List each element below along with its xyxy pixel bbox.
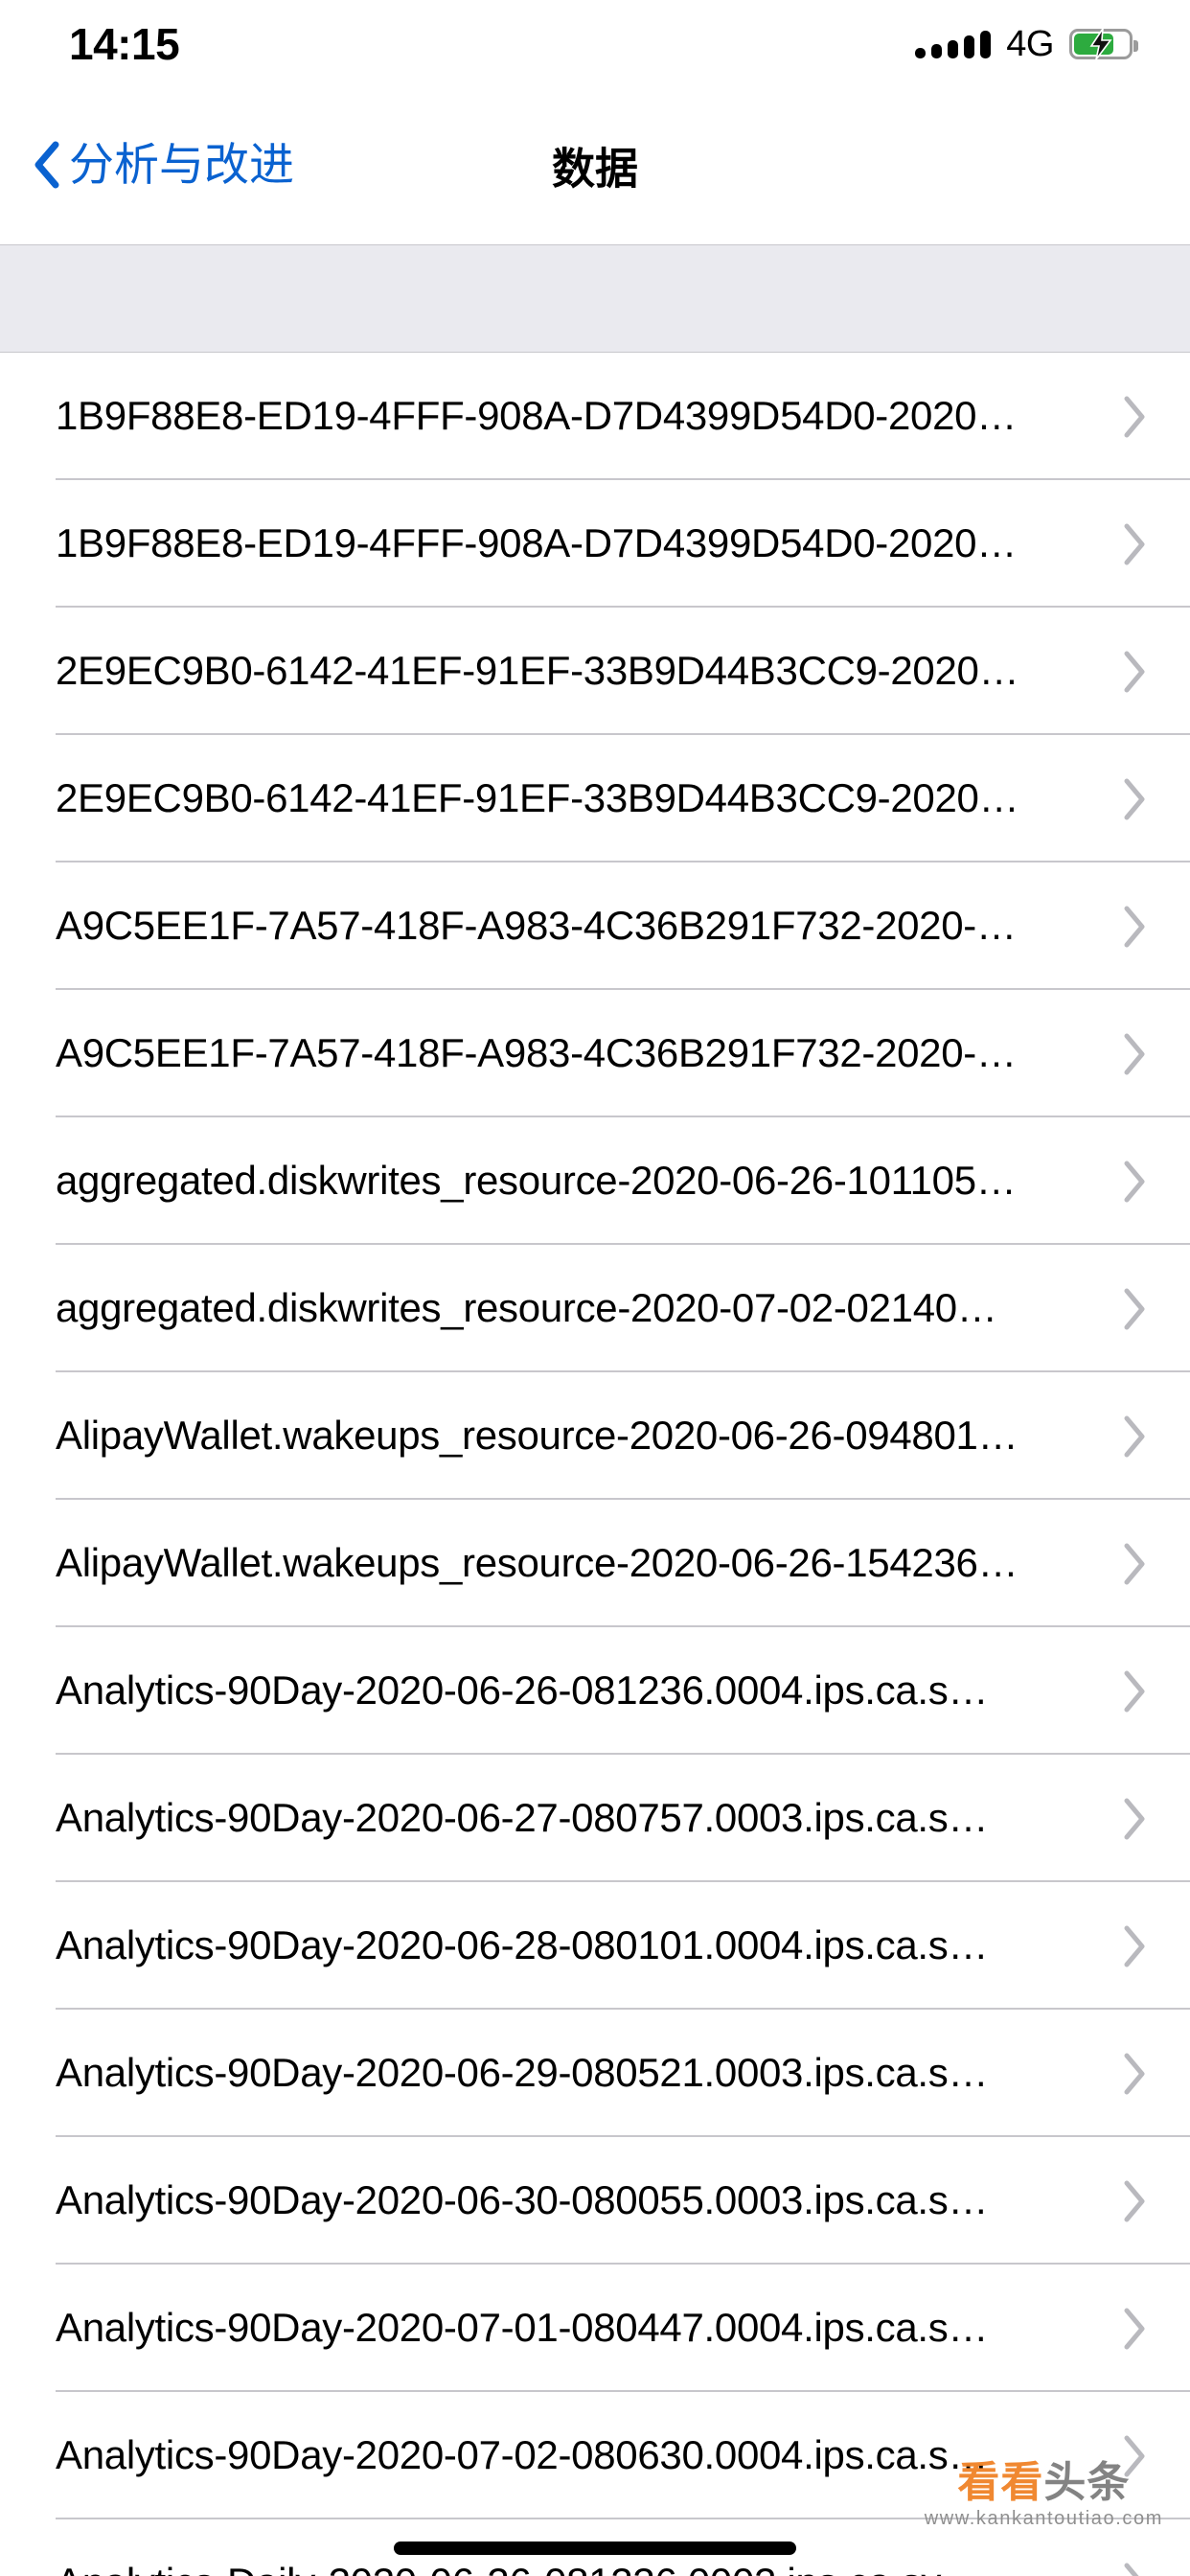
iphone-screen: 14:15 4G 分析与改进 数据 1B9F88E8-ED19-4FFF-908 [0,0,1190,2576]
chevron-right-icon [1124,396,1145,437]
list-item-label: Analytics-90Day-2020-06-29-080521.0003.i… [56,2051,989,2096]
chevron-right-icon [1124,1798,1145,1839]
chevron-right-icon [1124,2053,1145,2094]
list-item[interactable]: 2E9EC9B0-6142-41EF-91EF-33B9D44B3CC9-202… [0,735,1190,862]
list-item[interactable]: Analytics-90Day-2020-06-26-081236.0004.i… [0,1627,1190,1755]
status-bar-time: 14:15 [69,19,180,69]
list-item[interactable]: Analytics-90Day-2020-06-29-080521.0003.i… [0,2010,1190,2137]
list-item[interactable]: aggregated.diskwrites_resource-2020-06-2… [0,1117,1190,1245]
chevron-right-icon [1124,1161,1145,1202]
list-item[interactable]: Analytics-90Day-2020-06-30-080055.0003.i… [0,2137,1190,2265]
list-item[interactable]: A9C5EE1F-7A57-418F-A983-4C36B291F732-202… [0,990,1190,1117]
list-item-label: Analytics-Daily-2020-06-26-081236.0002.i… [56,2561,1100,2576]
list-item[interactable]: 1B9F88E8-ED19-4FFF-908A-D7D4399D54D0-202… [0,480,1190,608]
list-item-label: Analytics-90Day-2020-06-30-080055.0003.i… [56,2178,989,2223]
watermark-brand-part1: 看看 [957,2459,1044,2506]
list-item[interactable]: 1B9F88E8-ED19-4FFF-908A-D7D4399D54D0-202… [0,353,1190,480]
list-item[interactable]: Analytics-90Day-2020-07-01-080447.0004.i… [0,2265,1190,2392]
chevron-right-icon [1124,1925,1145,1966]
list-item-label: AlipayWallet.wakeups_resource-2020-06-26… [56,1541,1018,1586]
list-item-label: A9C5EE1F-7A57-418F-A983-4C36B291F732-202… [56,1031,1017,1076]
battery-charging-icon [1069,29,1138,59]
list-item[interactable]: A9C5EE1F-7A57-418F-A983-4C36B291F732-202… [0,862,1190,990]
chevron-right-icon [1124,1415,1145,1457]
watermark-brand: 看看头条 [925,2462,1163,2504]
list-item-label: Analytics-90Day-2020-06-27-080757.0003.i… [56,1796,989,1841]
list-item-label: aggregated.diskwrites_resource-2020-07-0… [56,1286,997,1331]
list-item-label: 1B9F88E8-ED19-4FFF-908A-D7D4399D54D0-202… [56,521,1017,566]
section-header [0,244,1190,353]
status-bar: 14:15 4G [0,0,1190,84]
chevron-right-icon [1124,778,1145,819]
list-item[interactable]: Analytics-90Day-2020-06-27-080757.0003.i… [0,1755,1190,1882]
list-item[interactable]: AlipayWallet.wakeups_resource-2020-06-26… [0,1500,1190,1627]
list-item-label: A9C5EE1F-7A57-418F-A983-4C36B291F732-202… [56,904,1017,949]
chevron-right-icon [1124,523,1145,564]
page-title: 数据 [551,144,638,193]
watermark-brand-part2: 头条 [1043,2459,1131,2506]
chevron-right-icon [1124,2308,1145,2349]
navigation-bar: 分析与改进 数据 [0,84,1190,244]
list-item[interactable]: aggregated.diskwrites_resource-2020-07-0… [0,1245,1190,1372]
chevron-right-icon [1124,1670,1145,1712]
chevron-right-icon [1124,1033,1145,1074]
chevron-right-icon [1124,2563,1139,2576]
chevron-right-icon [1124,1288,1145,1329]
signal-bars-icon [915,30,992,58]
list-item[interactable]: AlipayWallet.wakeups_resource-2020-06-26… [0,1372,1190,1500]
watermark-url: www.kankantoutiao.com [924,2508,1163,2529]
list-item-label: 1B9F88E8-ED19-4FFF-908A-D7D4399D54D0-202… [56,394,1017,439]
data-file-list: 1B9F88E8-ED19-4FFF-908A-D7D4399D54D0-202… [0,353,1190,2576]
list-item-label: Analytics-90Day-2020-06-28-080101.0004.i… [56,1923,989,1968]
chevron-right-icon [1124,651,1145,692]
list-item-label: 2E9EC9B0-6142-41EF-91EF-33B9D44B3CC9-202… [56,649,1019,694]
chevron-right-icon [1124,2180,1145,2221]
network-type-label: 4G [1006,23,1054,64]
list-item[interactable]: 2E9EC9B0-6142-41EF-91EF-33B9D44B3CC9-202… [0,608,1190,735]
list-item-label: aggregated.diskwrites_resource-2020-06-2… [56,1159,1017,1204]
watermark: 看看头条 www.kankantoutiao.com [925,2462,1163,2530]
list-item[interactable]: Analytics-90Day-2020-06-28-080101.0004.i… [0,1882,1190,2010]
list-item-label: 2E9EC9B0-6142-41EF-91EF-33B9D44B3CC9-202… [56,776,1019,821]
chevron-right-icon [1124,906,1145,947]
list-item-label: Analytics-90Day-2020-06-26-081236.0004.i… [56,1668,989,1714]
status-bar-indicators: 4G [915,23,1138,65]
list-item-label: Analytics-90Day-2020-07-01-080447.0004.i… [56,2306,989,2351]
lightning-bolt-icon [1089,29,1112,59]
list-item-label: AlipayWallet.wakeups_resource-2020-06-26… [56,1414,1018,1459]
chevron-right-icon [1124,1543,1145,1584]
home-indicator[interactable] [394,2542,796,2555]
